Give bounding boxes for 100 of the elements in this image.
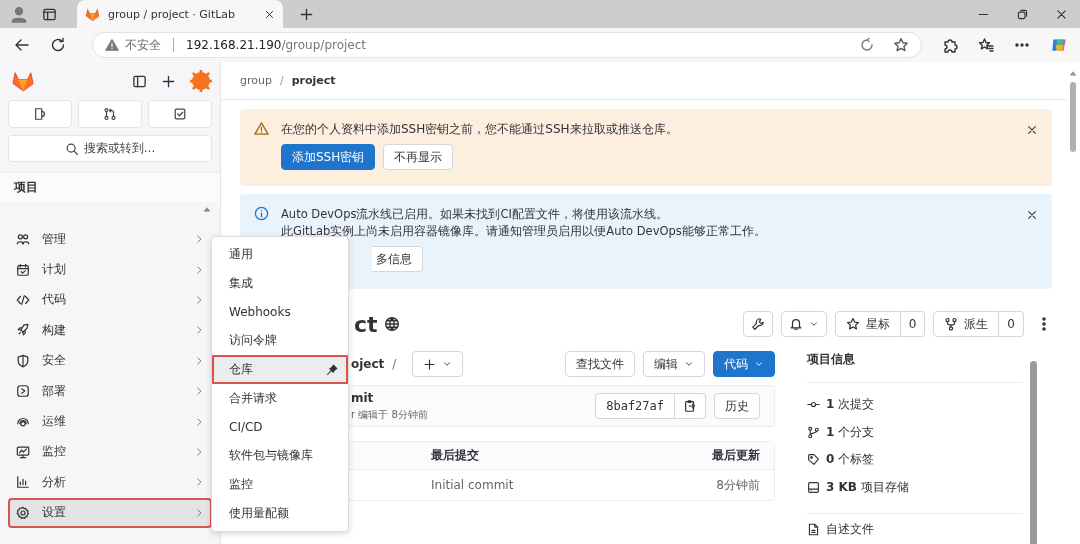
restore-icon[interactable] bbox=[1016, 7, 1029, 21]
browser-tab[interactable]: group / project · GitLab bbox=[77, 0, 283, 28]
storage-icon bbox=[807, 480, 820, 494]
section-title: 项目 bbox=[14, 180, 38, 194]
settings-button[interactable] bbox=[742, 311, 773, 337]
column-header: 最后更新 bbox=[711, 447, 760, 464]
chevron-right-icon bbox=[194, 446, 204, 457]
commit-title[interactable]: mit bbox=[351, 390, 588, 405]
chevron-right-icon bbox=[194, 234, 204, 245]
back-icon[interactable] bbox=[14, 37, 30, 53]
todo-button[interactable] bbox=[148, 100, 212, 128]
menu-item[interactable]: 软件包与镜像库 bbox=[212, 441, 348, 471]
project-info-link[interactable]: 3 KB 项目存储 bbox=[807, 473, 1023, 501]
project-info-link[interactable]: 0 个标签 bbox=[807, 446, 1023, 474]
close-icon[interactable] bbox=[1026, 124, 1038, 136]
scrollbar[interactable] bbox=[1030, 361, 1037, 544]
copy-button[interactable] bbox=[675, 393, 706, 419]
build-icon bbox=[16, 323, 30, 338]
notifications-button[interactable] bbox=[780, 311, 827, 337]
dismiss-button[interactable]: 不再显示 bbox=[383, 144, 454, 170]
star-count[interactable]: 0 bbox=[900, 311, 926, 337]
breadcrumb-link[interactable]: project bbox=[291, 74, 336, 87]
profile-icon[interactable] bbox=[10, 5, 28, 23]
star-icon[interactable] bbox=[893, 37, 909, 53]
gitlab-logo-icon[interactable] bbox=[11, 69, 35, 93]
nav-item[interactable]: 监控 bbox=[8, 436, 212, 468]
nav-item[interactable]: 代码 bbox=[8, 284, 212, 316]
fork-button[interactable]: 派生 bbox=[933, 311, 1000, 337]
nav-item[interactable]: 安全 bbox=[8, 345, 212, 376]
pin-icon[interactable] bbox=[326, 363, 338, 376]
star-button[interactable]: 星标 bbox=[834, 311, 901, 337]
nav-item[interactable]: 管理 bbox=[8, 224, 212, 255]
nav-item[interactable]: 设置 bbox=[8, 497, 212, 528]
breadcrumb-link[interactable]: group bbox=[240, 74, 272, 87]
edit-dropdown[interactable]: 编辑 bbox=[643, 351, 705, 377]
reload-icon[interactable] bbox=[50, 37, 66, 53]
chevron-right-icon bbox=[194, 416, 204, 427]
tab-actions-icon[interactable] bbox=[42, 6, 57, 22]
favorites-icon[interactable] bbox=[978, 37, 994, 53]
add-ssh-key-button[interactable]: 添加SSH密钥 bbox=[281, 144, 376, 170]
menu-item[interactable]: 监控 bbox=[212, 470, 348, 500]
manage-icon bbox=[16, 232, 30, 247]
plus-icon bbox=[423, 357, 437, 371]
menu-item[interactable]: 仓库 bbox=[212, 355, 348, 384]
menu-item[interactable]: Webhooks bbox=[212, 297, 348, 327]
project-info-link[interactable]: 1 次提交 bbox=[807, 391, 1023, 419]
url-text: 192.168.21.190/group/project bbox=[186, 38, 368, 52]
nav-item[interactable]: 部署 bbox=[8, 375, 212, 407]
plus-icon[interactable] bbox=[161, 73, 176, 89]
nav-item[interactable]: 构建 bbox=[8, 315, 212, 346]
new-tab-icon[interactable] bbox=[299, 6, 314, 22]
wrench-icon bbox=[750, 317, 765, 331]
warning-message: 在您的个人资料中添加SSH密钥之前，您不能通过SSH来拉取或推送仓库。 bbox=[281, 121, 679, 138]
sidebar-toggle-icon[interactable] bbox=[132, 73, 147, 89]
gitlab-logo-icon bbox=[85, 6, 100, 22]
tag-icon bbox=[807, 453, 820, 467]
extensions-icon[interactable] bbox=[942, 37, 958, 53]
avatar-icon[interactable] bbox=[190, 70, 212, 92]
close-icon[interactable] bbox=[1055, 7, 1068, 21]
issues-button[interactable] bbox=[8, 100, 72, 128]
readme-link[interactable]: 自述文件 bbox=[807, 513, 1023, 541]
search-field[interactable]: 搜索或转到... bbox=[8, 135, 212, 162]
project-info-link[interactable]: 1 个分支 bbox=[807, 418, 1023, 446]
fork-count[interactable]: 0 bbox=[999, 311, 1024, 337]
caret-icon bbox=[442, 359, 453, 369]
address-field[interactable]: 不安全 192.168.21.190/group/project bbox=[92, 32, 922, 58]
nav-item[interactable]: 分析 bbox=[8, 467, 212, 498]
find-file-button[interactable]: 查找文件 bbox=[565, 351, 635, 377]
close-icon[interactable] bbox=[1026, 209, 1038, 221]
chevron-right-icon bbox=[194, 477, 204, 488]
more-info-button[interactable]: 多信息 bbox=[372, 246, 423, 272]
analyze-icon bbox=[16, 475, 30, 490]
scroll-up-icon[interactable] bbox=[1068, 68, 1078, 78]
sync-icon[interactable] bbox=[859, 37, 875, 53]
menu-item[interactable]: CI/CD bbox=[212, 412, 348, 442]
history-button[interactable]: 历史 bbox=[714, 393, 760, 419]
chevron-right-icon bbox=[194, 507, 204, 518]
commit-meta: r 编辑于 8分钟前 bbox=[351, 407, 429, 422]
menu-item[interactable]: 合并请求 bbox=[212, 384, 348, 413]
menu-item[interactable]: 通用 bbox=[212, 240, 348, 269]
code-dropdown[interactable]: 代码 bbox=[713, 351, 775, 377]
menu-item[interactable]: 使用量配额 bbox=[212, 499, 348, 528]
info-icon bbox=[254, 206, 269, 221]
menu-item[interactable]: 访问令牌 bbox=[212, 326, 348, 356]
tab-title: group / project · GitLab bbox=[108, 7, 237, 21]
nav-item[interactable]: 运维 bbox=[8, 406, 212, 437]
nav-item[interactable]: 计划 bbox=[8, 254, 212, 285]
scroll-up-icon[interactable] bbox=[202, 204, 212, 214]
merge-requests-button[interactable] bbox=[78, 100, 142, 128]
scrollbar[interactable] bbox=[1070, 82, 1076, 152]
menu-item[interactable]: 集成 bbox=[212, 268, 348, 298]
commit-link[interactable]: Initial commit bbox=[431, 478, 596, 492]
document-icon bbox=[807, 522, 820, 536]
commit-sha[interactable]: 8baf27af bbox=[595, 393, 675, 419]
close-icon[interactable] bbox=[264, 8, 275, 20]
path-separator: / bbox=[392, 357, 397, 371]
caret-icon bbox=[808, 319, 819, 329]
info-message: 此GitLab实例上尚未启用容器镜像库。请通知管理员启用以便Auto DevOps能够正常工作。 bbox=[281, 223, 767, 240]
bell-icon bbox=[788, 317, 803, 331]
copilot-icon[interactable] bbox=[1050, 36, 1068, 54]
